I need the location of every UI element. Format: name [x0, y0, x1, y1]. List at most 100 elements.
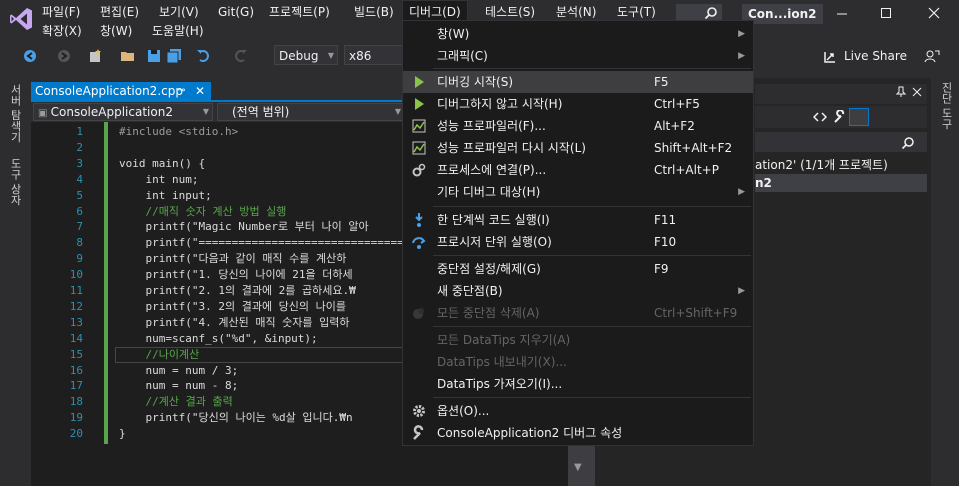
menu-item-label: DataTips 가져오기(I)...: [437, 377, 563, 391]
menu-file[interactable]: 파일(F): [36, 2, 86, 22]
feedback-icon[interactable]: [924, 48, 940, 64]
maximize-icon[interactable]: [878, 6, 894, 20]
save-icon[interactable]: [146, 48, 162, 64]
minimize-icon[interactable]: [834, 6, 850, 20]
debug-menu-item[interactable]: 디버깅 시작(S) F5: [403, 71, 753, 93]
debug-menu-item[interactable]: 그래픽(C) ▶: [403, 45, 753, 67]
menu-git[interactable]: Git(G): [212, 2, 260, 22]
solution-root-node[interactable]: ation2' (1/1개 프로젝트): [755, 156, 888, 174]
debug-menu-item[interactable]: 프로세스에 연결(P)... Ctrl+Alt+P: [403, 159, 753, 181]
server-explorer-tab[interactable]: 서버 탐색기: [7, 84, 23, 143]
project-scope-dropdown[interactable]: ▣ ConsoleApplication2 ▼: [33, 103, 213, 121]
close-icon[interactable]: [926, 6, 942, 20]
code-line[interactable]: num = num - 8;: [119, 378, 238, 394]
menu-item-shortcut: F10: [654, 235, 677, 249]
forward-icon[interactable]: [56, 48, 72, 64]
debug-menu-item[interactable]: ConsoleApplication2 디버그 속성: [403, 422, 753, 444]
menu-item-label: 창(W): [437, 27, 470, 41]
line-number: 6: [76, 204, 83, 218]
menu-item-label: 모든 중단점 삭제(A): [437, 306, 540, 320]
code-line[interactable]: printf("1. 당신의 나이에 21을 더하세: [119, 267, 352, 283]
line-number: 8: [76, 236, 83, 250]
debug-menu-item[interactable]: 디버그하지 않고 시작(H) Ctrl+F5: [403, 93, 753, 115]
debug-menu-item[interactable]: 성능 프로파일러(F)... Alt+F2: [403, 115, 753, 137]
code-line[interactable]: printf("3. 2의 결과에 당신의 나이를: [119, 299, 346, 315]
menu-separator: [433, 397, 751, 398]
back-icon[interactable]: [22, 48, 38, 64]
menu-view[interactable]: 보기(V): [153, 2, 205, 22]
platform-value: x86: [349, 49, 372, 63]
line-number: 16: [69, 363, 83, 377]
code-line[interactable]: int num;: [119, 172, 198, 188]
live-share-button[interactable]: Live Share: [844, 42, 907, 70]
debug-menu-item[interactable]: 창(W) ▶: [403, 23, 753, 45]
pin-tab-icon[interactable]: ⊸: [177, 82, 185, 100]
scroll-down-icon[interactable]: ▼: [574, 462, 582, 473]
project-node[interactable]: n2: [755, 174, 927, 192]
save-all-icon[interactable]: [166, 48, 182, 64]
debug-menu-item[interactable]: 프로시저 단위 실행(O) F10: [403, 231, 753, 253]
code-line[interactable]: printf("당신의 나이는 %d살 입니다.₩n: [119, 410, 352, 426]
debug-menu-item[interactable]: 새 중단점(B) ▶: [403, 280, 753, 302]
debug-menu-item[interactable]: DataTips 가져오기(I)...: [403, 373, 753, 395]
member-scope-dropdown[interactable]: (전역 범위) ▼: [217, 103, 405, 121]
code-line[interactable]: printf("2. 1의 결과에 2를 곱하세요.₩: [119, 283, 355, 299]
code-line[interactable]: #include <stdio.h>: [119, 124, 238, 140]
line-number: 9: [76, 252, 83, 266]
code-line[interactable]: //나이계산: [119, 347, 199, 363]
menu-window[interactable]: 창(W): [94, 21, 138, 41]
menu-separator: [433, 206, 751, 207]
menu-extensions[interactable]: 확장(X): [36, 21, 88, 41]
debug-menu-item[interactable]: 기타 디버그 대상(H) ▶: [403, 181, 753, 203]
new-project-icon[interactable]: [87, 48, 103, 64]
code-line[interactable]: num = num / 3;: [119, 363, 238, 379]
menu-build[interactable]: 빌드(B): [348, 2, 400, 22]
live-share-icon[interactable]: [824, 48, 840, 64]
chevron-down-icon: ▼: [202, 107, 209, 116]
submenu-arrow-icon: ▶: [738, 29, 745, 39]
menu-test[interactable]: 테스트(S): [479, 2, 541, 22]
preview-toggle[interactable]: [849, 108, 869, 126]
debug-menu-item[interactable]: 옵션(O)...: [403, 400, 753, 422]
platform-dropdown[interactable]: x86: [344, 45, 404, 65]
menu-project[interactable]: 프로젝트(P): [263, 2, 336, 22]
menu-tools[interactable]: 도구(T): [611, 2, 662, 22]
line-number: 1: [76, 125, 83, 138]
debug-menu-item[interactable]: 성능 프로파일러 다시 시작(L) Shift+Alt+F2: [403, 137, 753, 159]
code-line[interactable]: printf("다음과 같이 매직 수를 계산하: [119, 251, 346, 267]
code-line[interactable]: printf("Magic Number로 부터 나이 알아: [119, 219, 368, 235]
search-icon[interactable]: [704, 6, 718, 20]
menu-help[interactable]: 도움말(H): [146, 21, 210, 41]
menu-edit[interactable]: 편집(E): [94, 2, 145, 22]
close-tab-icon[interactable]: ✕: [195, 82, 205, 100]
code-line[interactable]: printf("4. 계산된 매직 숫자를 입력하: [119, 315, 349, 331]
open-folder-icon[interactable]: [120, 48, 136, 64]
toolbox-tab[interactable]: 도구 상자: [7, 158, 23, 206]
configuration-dropdown[interactable]: Debug ▼: [274, 45, 338, 65]
line-number: 7: [76, 220, 83, 234]
debug-menu-item[interactable]: 중단점 설정/해제(G) F9: [403, 258, 753, 280]
code-line[interactable]: //매직 숫자 계산 방법 실행: [119, 204, 286, 220]
redo-icon[interactable]: [232, 48, 248, 64]
debug-menu-item: DataTips 내보내기(X)...: [403, 351, 753, 373]
code-line[interactable]: }: [119, 426, 126, 442]
code-line[interactable]: printf("================================: [119, 235, 410, 251]
diagnostic-tools-tab[interactable]: 진단 도구: [938, 82, 954, 130]
menu-item-label: 한 단계씩 코드 실행(I): [437, 213, 550, 227]
code-line[interactable]: int input;: [119, 188, 211, 204]
pin-icon[interactable]: [895, 86, 907, 98]
code-view-icon[interactable]: [813, 110, 827, 124]
debug-menu-item[interactable]: 한 단계씩 코드 실행(I) F11: [403, 209, 753, 231]
properties-wrench-icon[interactable]: [833, 110, 847, 124]
close-panel-icon[interactable]: [911, 86, 923, 98]
menu-item-label: 성능 프로파일러(F)...: [437, 119, 546, 133]
code-line[interactable]: //계산 결과 출력: [119, 394, 232, 410]
menu-item-label: 기타 디버그 대상(H): [437, 185, 541, 199]
search-icon[interactable]: [901, 136, 915, 150]
document-tab[interactable]: ConsoleApplication2.cpp ⊸ ✕: [31, 82, 211, 100]
menu-analyze[interactable]: 분석(N): [550, 2, 602, 22]
undo-icon[interactable]: [196, 48, 212, 64]
code-line[interactable]: num=scanf_s("%d", &input);: [119, 331, 317, 347]
code-line[interactable]: void main() {: [119, 156, 205, 172]
menu-item-label: 그래픽(C): [437, 49, 488, 63]
